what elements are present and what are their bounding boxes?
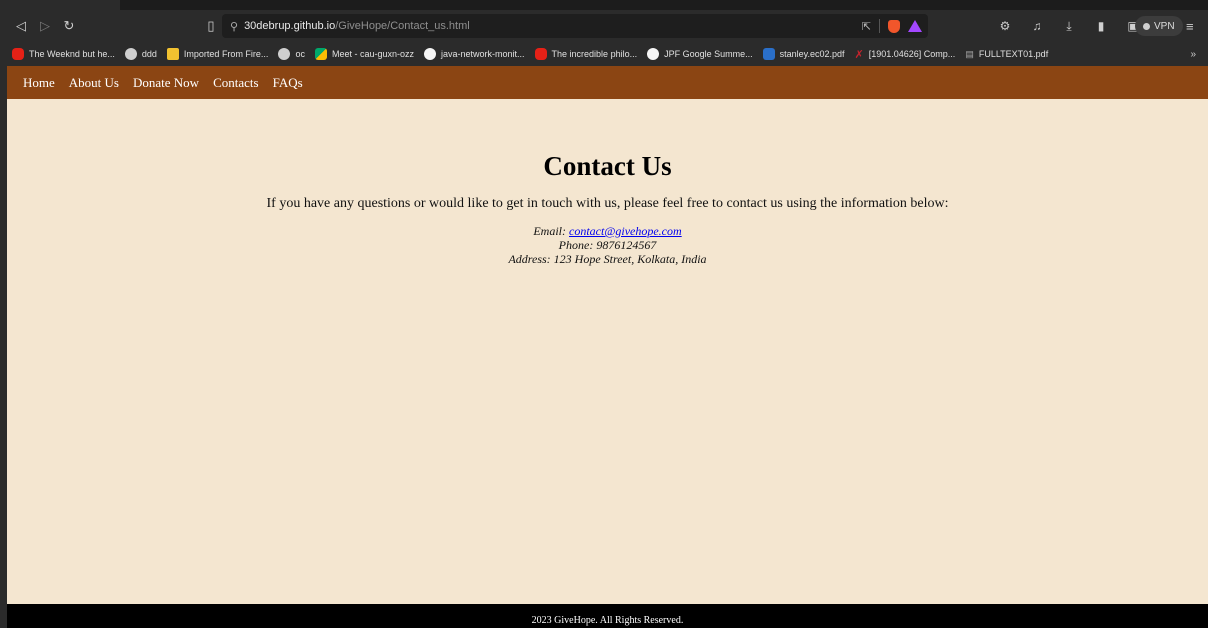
github-icon <box>424 48 436 60</box>
download-icon[interactable]: ⤓ <box>1060 15 1078 37</box>
bookmarks-overflow-button[interactable]: » <box>1190 49 1196 60</box>
bookmark-label: The Weeknd but he... <box>29 49 115 59</box>
bookmark-item[interactable]: The Weeknd but he... <box>12 48 115 60</box>
address-bar[interactable]: ⚲ 30debrup.github.io/GiveHope/Contact_us… <box>222 14 928 38</box>
share-icon[interactable]: ⇱ <box>862 20 871 33</box>
tab-strip <box>0 0 1208 10</box>
email-line: Email: contact@givehope.com <box>7 224 1208 238</box>
reload-icon[interactable]: ↻ <box>58 15 80 37</box>
contact-info: Email: contact@givehope.com Phone: 98761… <box>7 224 1208 266</box>
bookmark-item[interactable]: Meet - cau-guxn-ozz <box>314 48 414 60</box>
back-icon[interactable]: ◁ <box>10 15 32 37</box>
nav-home[interactable]: Home <box>23 75 55 91</box>
bookmark-label: ddd <box>141 49 157 59</box>
bookmark-label: java-network-monit... <box>441 49 525 59</box>
site-nav: Home About Us Donate Now Contacts FAQs <box>7 66 1208 99</box>
brave-shields-icon[interactable] <box>888 19 900 33</box>
github-icon <box>647 48 660 60</box>
nav-about-us[interactable]: About Us <box>69 75 119 91</box>
bookmark-item[interactable]: java-network-monit... <box>424 48 525 60</box>
folder-icon <box>166 48 179 60</box>
bookmark-label: The incredible philo... <box>551 49 638 59</box>
bookmark-item[interactable]: oc <box>278 48 305 60</box>
sidebar-icon[interactable]: ▮ <box>1092 15 1110 37</box>
bookmark-item[interactable]: ddd <box>124 48 157 60</box>
site-footer: 2023 GiveHope. All Rights Reserved. <box>7 604 1208 628</box>
globe-icon <box>278 48 291 60</box>
phone-line: Phone: 9876124567 <box>558 238 657 252</box>
vpn-label: VPN <box>1154 20 1175 32</box>
bookmark-label: JPF Google Summe... <box>664 49 753 59</box>
page-viewport: Home About Us Donate Now Contacts FAQs C… <box>7 66 1208 628</box>
youtube-icon <box>12 48 24 60</box>
nav-faqs[interactable]: FAQs <box>273 75 303 91</box>
nav-donate-now[interactable]: Donate Now <box>133 75 199 91</box>
active-tab[interactable] <box>0 0 120 10</box>
intro-text: If you have any questions or would like … <box>266 196 949 211</box>
bookmark-label: Meet - cau-guxn-ozz <box>331 49 414 59</box>
arxiv-icon: ✗ <box>854 48 864 61</box>
brave-rewards-icon[interactable] <box>908 20 922 32</box>
bookmark-item[interactable]: ✗ [1901.04626] Comp... <box>855 48 956 61</box>
page-title: Contact Us <box>543 151 672 181</box>
bookmark-item[interactable]: The incredible philo... <box>534 48 638 60</box>
bookmark-label: FULLTEXT01.pdf <box>978 49 1049 59</box>
bookmark-label: oc <box>295 49 305 59</box>
ieee-icon <box>762 48 775 60</box>
bookmark-label: stanley.ec02.pdf <box>779 49 845 59</box>
main-content: Contact Us If you have any questions or … <box>7 99 1208 266</box>
bookmark-label: Imported From Fire... <box>183 49 269 59</box>
url-host: 30debrup.github.io <box>244 20 336 32</box>
nav-contacts[interactable]: Contacts <box>213 75 259 91</box>
footer-text: 2023 GiveHope. All Rights Reserved. <box>531 615 684 626</box>
email-link[interactable]: contact@givehope.com <box>569 224 682 238</box>
bookmark-item[interactable]: Imported From Fire... <box>166 48 269 60</box>
extensions-icon[interactable]: ⚙ <box>996 15 1014 37</box>
bookmark-item[interactable]: stanley.ec02.pdf <box>762 48 845 60</box>
pdf-icon: ▤ <box>965 48 974 59</box>
url-divider <box>879 19 880 33</box>
bookmark-label: [1901.04626] Comp... <box>868 49 956 59</box>
bookmarks-bar: The Weeknd but he... ddd Imported From F… <box>0 42 1208 66</box>
vpn-button[interactable]: VPN <box>1135 16 1183 36</box>
vpn-status-icon <box>1143 22 1150 30</box>
meet-icon <box>314 48 327 60</box>
url-path: /GiveHope/Contact_us.html <box>335 20 470 32</box>
forward-icon[interactable]: ▷ <box>34 15 56 37</box>
browser-toolbar: ◁ ▷ ↻ ▯ ⚲ 30debrup.github.io/GiveHope/Co… <box>0 10 1208 42</box>
bookmark-item[interactable]: ▤ FULLTEXT01.pdf <box>965 49 1048 60</box>
bookmark-item[interactable]: JPF Google Summe... <box>647 48 753 60</box>
menu-icon[interactable]: ≡ <box>1186 19 1194 34</box>
site-info-icon[interactable]: ⚲ <box>230 20 238 33</box>
media-icon[interactable]: ♫ <box>1028 15 1046 37</box>
email-label: Email: <box>533 224 569 238</box>
globe-icon <box>124 48 137 60</box>
bookmark-icon[interactable]: ▯ <box>200 15 222 37</box>
youtube-icon <box>534 48 547 60</box>
address-line: Address: 123 Hope Street, Kolkata, India <box>508 252 707 266</box>
